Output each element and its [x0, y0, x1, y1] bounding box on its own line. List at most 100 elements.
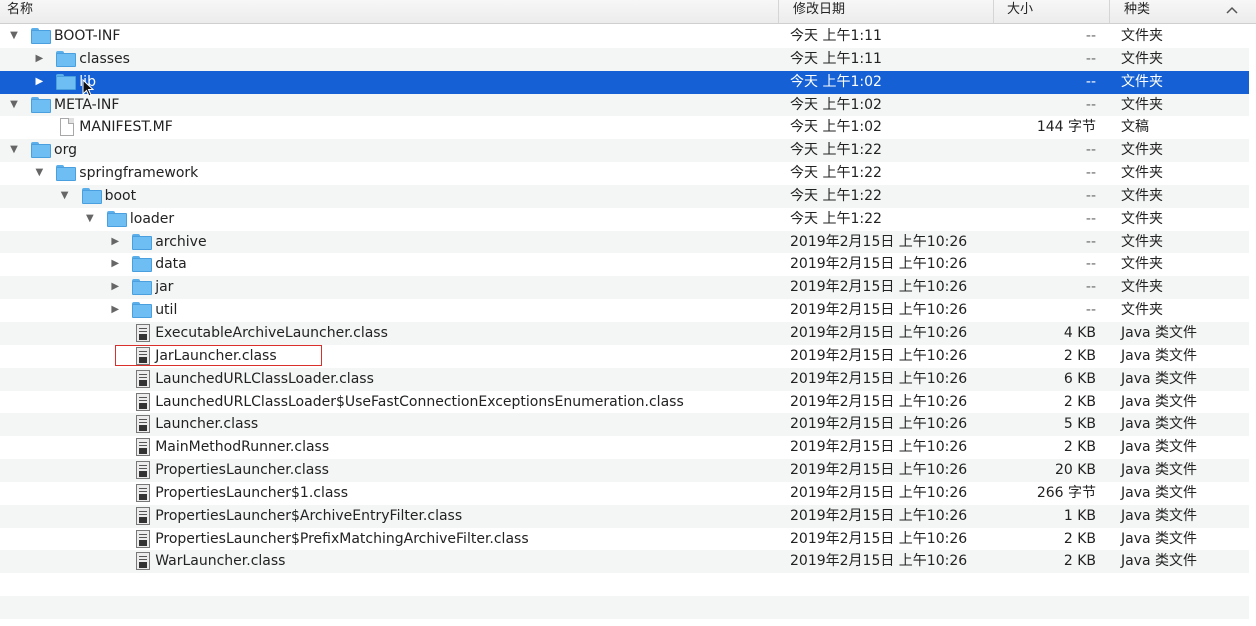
class-file-icon: [136, 506, 151, 525]
modified-date: 今天 上午1:02: [790, 73, 882, 90]
file-kind: Java 类文件: [1121, 416, 1198, 433]
file-row[interactable]: ▼ boot 今天 上午1:22 -- 文件夹: [0, 184, 1249, 208]
file-kind: 文件夹: [1121, 96, 1163, 113]
class-file-icon: [136, 392, 151, 411]
file-name: LaunchedURLClassLoader.class: [155, 370, 374, 387]
file-row[interactable]: LaunchedURLClassLoader.class 2019年2月15日 上…: [0, 367, 1249, 391]
modified-date: 2019年2月15日 上午10:26: [790, 507, 968, 524]
file-size: --: [1085, 50, 1096, 67]
file-size: 2 KB: [1063, 393, 1096, 410]
file-row[interactable]: ▶ lib 今天 上午1:02 -- 文件夹: [0, 70, 1249, 94]
file-row[interactable]: PropertiesLauncher$ArchiveEntryFilter.cl…: [0, 504, 1249, 528]
modified-date: 今天 上午1:02: [790, 119, 882, 136]
folder-icon: [56, 165, 77, 182]
file-row[interactable]: WarLauncher.class 2019年2月15日 上午10:26 2 KB J…: [0, 550, 1249, 574]
file-kind: 文件夹: [1121, 142, 1163, 159]
file-row[interactable]: ▼ BOOT-INF 今天 上午1:11 -- 文件夹: [0, 25, 1249, 48]
modified-date: 2019年2月15日 上午10:26: [790, 393, 968, 410]
column-header-name[interactable]: 名称: [0, 0, 778, 23]
disclosure-collapsed-icon[interactable]: ▶: [109, 231, 121, 253]
scrollbar-track[interactable]: [1249, 24, 1256, 626]
file-size: 20 KB: [1054, 462, 1096, 479]
disclosure-expanded-icon[interactable]: ▼: [8, 94, 20, 116]
folder-icon: [31, 96, 51, 113]
class-file-icon: [136, 438, 151, 457]
modified-date: 2019年2月15日 上午10:26: [790, 416, 968, 433]
column-header-date[interactable]: 修改日期: [778, 0, 993, 23]
file-row[interactable]: ▶ archive 2019年2月15日 上午10:26 -- 文件夹: [0, 230, 1249, 254]
file-name: MANIFEST.MF: [79, 119, 173, 136]
file-size: 2 KB: [1063, 553, 1096, 570]
file-row[interactable]: LaunchedURLClassLoader$UseFastConnection…: [0, 391, 1249, 414]
file-row[interactable]: ▶ util 2019年2月15日 上午10:26 -- 文件夹: [0, 299, 1249, 322]
disclosure-collapsed-icon[interactable]: ▶: [109, 276, 121, 298]
class-file-icon: [136, 529, 151, 548]
modified-date: 2019年2月15日 上午10:26: [790, 370, 968, 387]
file-row[interactable]: ▶ jar 2019年2月15日 上午10:26 -- 文件夹: [0, 276, 1249, 300]
file-row[interactable]: ▶ data 2019年2月15日 上午10:26 -- 文件夹: [0, 253, 1249, 276]
empty-row: [0, 573, 1249, 596]
file-row[interactable]: PropertiesLauncher$1.class 2019年2月15日 上午1…: [0, 482, 1249, 505]
column-header-bar: 名称 修改日期 大小 种类: [0, 0, 1256, 24]
disclosure-collapsed-icon[interactable]: ▶: [109, 253, 121, 275]
disclosure-expanded-icon[interactable]: ▼: [33, 162, 45, 184]
file-kind: Java 类文件: [1121, 324, 1198, 341]
file-kind: Java 类文件: [1121, 530, 1198, 547]
file-kind: 文件夹: [1121, 165, 1163, 182]
disclosure-expanded-icon[interactable]: ▼: [8, 139, 20, 161]
file-kind: Java 类文件: [1121, 347, 1198, 364]
file-name: boot: [104, 187, 137, 204]
file-row[interactable]: ▼ META-INF 今天 上午1:02 -- 文件夹: [0, 93, 1249, 117]
modified-date: 2019年2月15日 上午10:26: [790, 256, 968, 273]
folder-icon: [132, 233, 153, 250]
file-name: LaunchedURLClassLoader$UseFastConnection…: [155, 393, 684, 410]
file-kind: Java 类文件: [1121, 393, 1198, 410]
file-size: 144 字节: [1036, 119, 1096, 136]
file-row[interactable]: MainMethodRunner.class 2019年2月15日 上午10:26…: [0, 436, 1249, 459]
file-name: Launcher.class: [155, 416, 259, 433]
column-header-size[interactable]: 大小: [993, 0, 1109, 23]
folder-icon: [31, 142, 51, 159]
disclosure-collapsed-icon[interactable]: ▶: [109, 299, 121, 321]
file-kind: Java 类文件: [1121, 553, 1198, 570]
disclosure-expanded-icon[interactable]: ▼: [8, 25, 20, 47]
file-name: util: [155, 302, 178, 319]
file-row[interactable]: ▶ classes 今天 上午1:11 -- 文件夹: [0, 47, 1249, 71]
file-size: --: [1085, 187, 1096, 204]
sort-ascending-icon[interactable]: [1226, 2, 1238, 21]
class-file-icon: [136, 461, 151, 480]
file-icon: [60, 118, 75, 137]
file-row[interactable]: ▼ org 今天 上午1:22 -- 文件夹: [0, 139, 1249, 163]
column-header-kind-label: 种类: [1124, 2, 1151, 17]
file-row[interactable]: Launcher.class 2019年2月15日 上午10:26 5 KB Java…: [0, 413, 1249, 437]
file-name: MainMethodRunner.class: [155, 439, 330, 456]
file-size: --: [1085, 142, 1096, 159]
file-row[interactable]: MANIFEST.MF 今天 上午1:02 144 字节 文稿: [0, 116, 1249, 139]
disclosure-expanded-icon[interactable]: ▼: [59, 185, 71, 207]
disclosure-collapsed-icon[interactable]: ▶: [33, 48, 45, 70]
file-name: PropertiesLauncher$ArchiveEntryFilter.cl…: [155, 507, 463, 524]
file-size: --: [1085, 302, 1096, 319]
file-kind: Java 类文件: [1121, 507, 1198, 524]
modified-date: 今天 上午1:11: [790, 28, 882, 44]
file-size: --: [1085, 210, 1096, 227]
file-row[interactable]: ▼ springframework 今天 上午1:22 -- 文件夹: [0, 162, 1249, 185]
file-row[interactable]: PropertiesLauncher.class 2019年2月15日 上午10:…: [0, 459, 1249, 482]
file-kind: 文件夹: [1121, 302, 1163, 319]
file-name: BOOT-INF: [54, 28, 121, 44]
disclosure-collapsed-icon[interactable]: ▶: [33, 71, 45, 93]
file-kind: 文件夹: [1121, 233, 1163, 250]
modified-date: 今天 上午1:22: [790, 187, 882, 204]
file-row[interactable]: PropertiesLauncher$PrefixMatchingArchive…: [0, 528, 1249, 551]
annotation-highlight-box: [115, 345, 322, 366]
file-kind: Java 类文件: [1121, 484, 1198, 501]
file-size: 266 字节: [1036, 484, 1096, 501]
disclosure-expanded-icon[interactable]: ▼: [84, 208, 96, 230]
class-file-icon: [136, 369, 151, 388]
column-header-kind[interactable]: 种类: [1109, 0, 1256, 23]
modified-date: 今天 上午1:02: [790, 96, 882, 113]
file-size: 1 KB: [1063, 507, 1096, 524]
file-name: PropertiesLauncher$1.class: [155, 484, 349, 501]
file-row[interactable]: ▼ loader 今天 上午1:22 -- 文件夹: [0, 208, 1249, 231]
file-row[interactable]: ExecutableArchiveLauncher.class 2019年2月15…: [0, 321, 1249, 345]
